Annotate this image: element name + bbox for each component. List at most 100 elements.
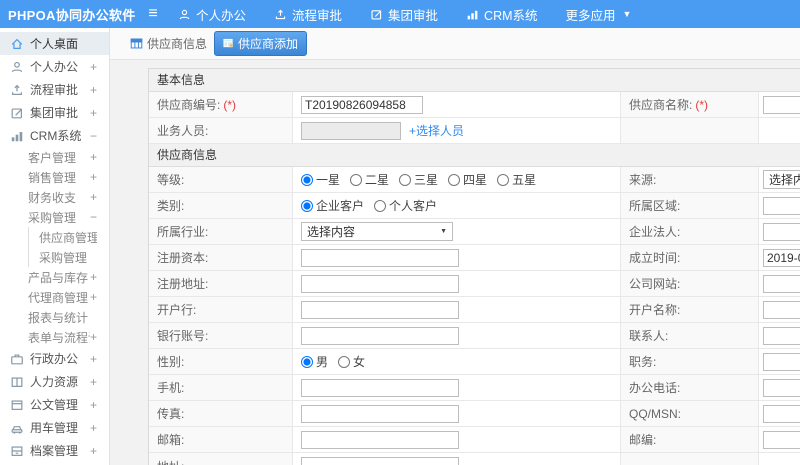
sidebar-item-workflow-approval[interactable]: 流程审批 + [0, 78, 109, 101]
expand-indicator[interactable]: + [90, 106, 97, 120]
person-icon [178, 8, 191, 21]
level-radio-5star[interactable] [497, 173, 510, 186]
required-mark: (*) [223, 97, 237, 112]
sidebar-item-customer-mgmt[interactable]: 客户管理 + [0, 147, 109, 167]
region-input[interactable] [763, 196, 800, 215]
gender-radio-female[interactable] [338, 355, 351, 368]
field-label: 成立时间: [629, 251, 681, 265]
field-label: 办公电话: [629, 381, 681, 395]
expand-indicator[interactable]: + [90, 83, 97, 97]
legal-person-input[interactable] [763, 222, 800, 241]
level-radio-1star[interactable] [301, 173, 313, 186]
supplier-code-input[interactable] [301, 95, 423, 114]
expand-indicator[interactable]: + [90, 352, 97, 366]
mobile-input[interactable] [301, 378, 459, 397]
sidebar-item-product-inventory[interactable]: 产品与库存 + [0, 267, 109, 287]
bank-input[interactable] [301, 300, 459, 319]
expand-indicator[interactable]: + [90, 290, 97, 304]
upload-icon [274, 8, 287, 21]
reg-address-input[interactable] [301, 274, 459, 293]
tab-supplier-info[interactable]: 供应商信息 [130, 35, 207, 52]
level-radio-3star[interactable] [399, 173, 412, 186]
expand-indicator[interactable]: + [90, 190, 97, 204]
top-menu-workflow-approval[interactable]: 流程审批 [274, 5, 342, 24]
top-menu-crm-system[interactable]: CRM系统 [466, 5, 538, 24]
top-menu-label: 个人办公 [196, 8, 247, 23]
website-input[interactable] [763, 274, 800, 293]
sidebar-item-supplier-mgmt[interactable]: 供应商管理 [28, 227, 109, 247]
office-phone-input[interactable] [763, 378, 800, 397]
category-radio-enterprise[interactable] [301, 199, 313, 212]
form-row: 业务人员: +选择人员 [149, 118, 800, 144]
fax-input[interactable] [301, 404, 459, 423]
field-label: 传真: [157, 407, 185, 421]
sidebar-item-purchase-mgmt[interactable]: 采购管理 − [0, 207, 109, 227]
sidebar-item-document-mgmt[interactable]: 公文管理 + [0, 393, 109, 416]
sidebar-item-purchasing[interactable]: 采购管理 [28, 247, 109, 267]
form-row: 邮箱: 邮编: [149, 427, 800, 453]
field-label: 注册资本: [157, 251, 209, 265]
top-navbar: PHPOA协同办公软件 ≡ 个人办公 流程审批 集团审批 CRM系统 更多应用 … [0, 0, 800, 28]
source-select[interactable]: 选择内容▼ [763, 170, 800, 189]
table-icon [130, 38, 143, 49]
account-name-input[interactable] [763, 300, 800, 319]
main-content: 供应商信息 供应商添加 基本信息 供应商编号:(*) 供应商名称:(*) 业务人… [110, 28, 800, 465]
category-radio-personal[interactable] [374, 199, 387, 212]
industry-select[interactable]: 选择内容 ▼ [301, 222, 453, 241]
field-label: 地址: [157, 458, 184, 465]
field-label: 开户行: [157, 303, 197, 317]
supplier-name-input[interactable] [763, 95, 800, 114]
sidebar-item-finance[interactable]: 财务收支 + [0, 187, 109, 207]
tab-supplier-add-active[interactable]: 供应商添加 [214, 31, 308, 56]
zip-input[interactable] [763, 430, 800, 449]
staff-input[interactable] [301, 121, 401, 140]
sidebar-item-agent-mgmt[interactable]: 代理商管理 + [0, 287, 109, 307]
expand-indicator[interactable]: + [90, 330, 97, 344]
sidebar-item-personal-office[interactable]: 个人办公 + [0, 55, 109, 78]
qq-msn-input[interactable] [763, 404, 800, 423]
expand-indicator[interactable]: + [90, 421, 97, 435]
field-label: 邮编: [629, 433, 657, 447]
bank-account-input[interactable] [301, 326, 459, 345]
email-input[interactable] [301, 430, 459, 449]
capital-input[interactable] [301, 248, 459, 267]
level-radio-2star[interactable] [350, 173, 363, 186]
expand-indicator[interactable]: + [90, 444, 97, 458]
sidebar-item-crm-system[interactable]: CRM系统 − [0, 124, 109, 147]
top-menu-personal-office[interactable]: 个人办公 [178, 5, 246, 24]
sidebar-item-reports-stats[interactable]: 报表与统计 [0, 307, 109, 327]
top-menu-more-apps[interactable]: 更多应用 ▼ [566, 5, 632, 24]
expand-indicator[interactable]: + [90, 60, 97, 74]
choose-staff-link[interactable]: +选择人员 [409, 122, 464, 139]
sidebar-item-personal-desktop[interactable]: 个人桌面 [0, 32, 109, 55]
level-radio-4star[interactable] [448, 173, 461, 186]
contact-input[interactable] [763, 326, 800, 345]
collapse-indicator[interactable]: − [90, 129, 97, 143]
sidebar-item-form-workflow-settings[interactable]: 表单与流程设置+ [0, 327, 109, 347]
gender-radio-male[interactable] [301, 355, 313, 368]
collapse-indicator[interactable]: − [90, 210, 97, 224]
expand-indicator[interactable]: + [90, 270, 97, 284]
edit-icon [10, 106, 24, 120]
expand-indicator[interactable]: + [90, 375, 97, 389]
sidebar-item-group-approval[interactable]: 集团审批 + [0, 101, 109, 124]
position-input[interactable] [763, 352, 800, 371]
form-row: 供应商编号:(*) 供应商名称:(*) [149, 92, 800, 118]
car-icon [10, 421, 24, 435]
expand-indicator[interactable]: + [90, 398, 97, 412]
sidebar-item-vehicle-mgmt[interactable]: 用车管理 + [0, 416, 109, 439]
sidebar-item-archive-mgmt[interactable]: 档案管理 + [0, 439, 109, 462]
address-input[interactable] [301, 457, 459, 465]
upload-icon [10, 83, 24, 97]
menu-toggle-icon[interactable]: ≡ [136, 5, 170, 23]
top-menu-group-approval[interactable]: 集团审批 [370, 5, 438, 24]
form-row: 手机: 办公电话: [149, 375, 800, 401]
sidebar-item-admin-office[interactable]: 行政办公 + [0, 347, 109, 370]
founded-date-input[interactable] [763, 248, 800, 267]
expand-indicator[interactable]: + [90, 170, 97, 184]
sidebar-item-sales-mgmt[interactable]: 销售管理 + [0, 167, 109, 187]
top-menu: 个人办公 流程审批 集团审批 CRM系统 更多应用 ▼ [178, 5, 659, 24]
expand-indicator[interactable]: + [90, 150, 97, 164]
sidebar-item-hr[interactable]: 人力资源 + [0, 370, 109, 393]
org-icon [10, 375, 24, 389]
